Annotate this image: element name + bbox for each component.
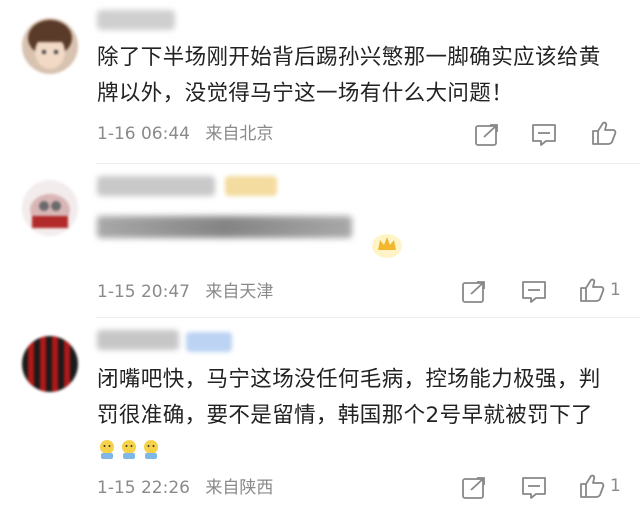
user-badge <box>225 176 277 196</box>
thumbs-up-icon[interactable] <box>590 120 618 146</box>
comment-text: 除了下半场刚开始背后踢孙兴慜那一脚确实应该给黄牌以外，没觉得马宁这一场有什么大问… <box>97 45 601 106</box>
username-blurred[interactable] <box>97 10 175 30</box>
comment-location: 来自陕西 <box>205 478 274 498</box>
emoji-group <box>97 439 163 464</box>
comment-date: 1-15 22:26 <box>97 478 190 498</box>
comment-text-content: 闭嘴吧快，马宁这场没任何毛病，控场能力极强，判罚很准确，要不是留情，韩国那个2号… <box>97 367 601 428</box>
avatar[interactable] <box>22 336 78 392</box>
comment-meta: 1-15 20:47 来自天津 <box>97 280 283 304</box>
comment-icon[interactable] <box>530 122 558 148</box>
comment-icon[interactable] <box>520 279 548 305</box>
comment-meta: 1-16 06:44 来自北京 <box>97 122 283 146</box>
emoji-face-icon <box>122 440 136 459</box>
emoji-crown-icon <box>370 230 404 260</box>
comment-item: 1-15 20:47 来自天津 1 <box>0 164 640 314</box>
thumbs-up-icon[interactable] <box>578 277 606 303</box>
comment-location: 来自天津 <box>205 282 274 302</box>
user-badge <box>186 332 232 352</box>
comment-date: 1-16 06:44 <box>97 124 190 144</box>
share-icon[interactable] <box>460 279 488 305</box>
emoji-face-icon <box>100 440 114 459</box>
like-count: 1 <box>610 280 621 300</box>
username-blurred[interactable] <box>97 176 215 196</box>
thumbs-up-icon[interactable] <box>578 473 606 499</box>
comment-text: 闭嘴吧快，马宁这场没任何毛病，控场能力极强，判罚很准确，要不是留情，韩国那个2号… <box>97 362 616 470</box>
comment-item: 闭嘴吧快，马宁这场没任何毛病，控场能力极强，判罚很准确，要不是留情，韩国那个2号… <box>0 318 640 517</box>
emoji-face-icon <box>144 440 158 459</box>
comment-item: 除了下半场刚开始背后踢孙兴慜那一脚确实应该给黄牌以外，没觉得马宁这一场有什么大问… <box>0 0 640 160</box>
comment-date: 1-15 20:47 <box>97 282 190 302</box>
comment-text-blurred <box>97 216 352 243</box>
comment-location: 来自北京 <box>205 124 274 144</box>
share-icon[interactable] <box>473 122 501 148</box>
avatar[interactable] <box>22 180 78 236</box>
share-icon[interactable] <box>460 475 488 501</box>
like-count: 1 <box>610 476 621 496</box>
username-blurred[interactable] <box>97 330 179 350</box>
avatar[interactable] <box>22 18 78 74</box>
comment-icon[interactable] <box>520 475 548 501</box>
comment-meta: 1-15 22:26 来自陕西 <box>97 476 283 500</box>
